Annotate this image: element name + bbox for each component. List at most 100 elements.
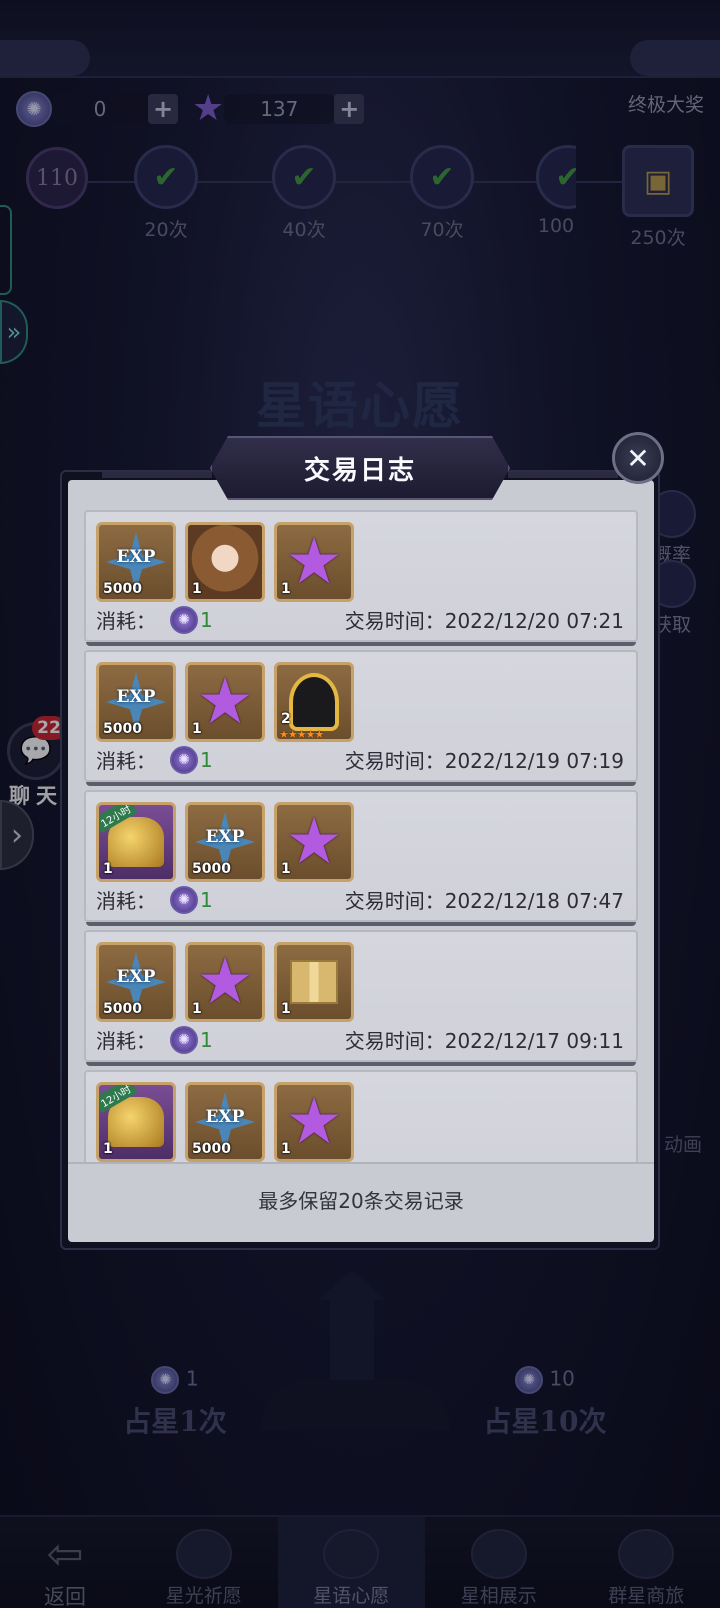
milestone-node[interactable]: ✔ 40次 xyxy=(268,145,340,242)
top-banner xyxy=(0,0,720,78)
item-quantity: 5000 xyxy=(103,581,142,597)
cost-value: 1 xyxy=(200,747,213,772)
scales-icon xyxy=(618,1529,675,1579)
check-icon: ✔ xyxy=(134,145,198,209)
trade-time-value: 2022/12/19 07:19 xyxy=(444,749,624,773)
reward-item-gold[interactable]: 12小时 1 xyxy=(96,1082,176,1162)
orb-currency-icon: ✺ xyxy=(170,1025,198,1054)
milestone-node[interactable]: ✔ 100 xyxy=(536,145,576,237)
chat-button[interactable]: 💬 22 聊天 xyxy=(4,716,68,810)
item-quantity: 1 xyxy=(192,1001,202,1017)
reward-items: EXP 5000 ★ 1 2 ★★★★★ xyxy=(96,662,354,742)
dialog-title: 交易日志 xyxy=(303,455,416,486)
reward-item-exp[interactable]: EXP 5000 xyxy=(185,1082,265,1162)
animation-toggle-label[interactable]: 动画 xyxy=(664,1130,702,1157)
milestone-node[interactable]: ✔ 70次 xyxy=(406,145,478,242)
reward-item-star[interactable]: ★ 1 xyxy=(185,942,265,1022)
exp-label: EXP xyxy=(205,827,245,847)
reward-item-exp[interactable]: EXP 5000 xyxy=(96,942,176,1022)
item-quantity: 1 xyxy=(281,1141,291,1157)
cost-row: 消耗： ✺ 1 xyxy=(96,885,213,914)
dialog-body: EXP 5000 1 ★ 1 消耗： ✺ 1 交易时间：2022/12/20 07:21 EXP 5… xyxy=(68,480,654,1242)
reward-item-exp[interactable]: EXP 5000 xyxy=(185,802,265,882)
nav-star-merchant[interactable]: 群星商旅 xyxy=(573,1517,720,1608)
reward-item-exp[interactable]: EXP 5000 xyxy=(96,662,176,742)
page-title: 星语心愿 xyxy=(256,376,464,435)
bottom-nav: ⇦ 返回 星光祈愿 星语心愿 星相展示 群星商旅 xyxy=(0,1515,720,1608)
trade-log-entry: 12小时1EXP5000★1消耗：✺1 xyxy=(84,1070,638,1162)
exp-label: EXP xyxy=(116,547,156,567)
trade-log-entry: EXP 5000 ★ 1 1 消耗： ✺ 1 交易时间：2022/12/17 09:11 xyxy=(84,930,638,1066)
chevron-right-icon[interactable]: › xyxy=(0,800,34,870)
purple-star-shape: ★ xyxy=(196,945,254,1019)
trade-time-value: 2022/12/20 07:21 xyxy=(444,609,624,633)
reward-item-star[interactable]: ★ 1 xyxy=(274,802,354,882)
dialog-header: 交易日志 xyxy=(210,436,510,500)
cost-label: 消耗： xyxy=(96,749,156,773)
milestone-final[interactable]: ▣ 250次 xyxy=(618,145,698,250)
trade-time-label: 交易时间： xyxy=(344,609,445,633)
reward-item-gift[interactable]: 1 xyxy=(274,942,354,1022)
cost-label: 消耗： xyxy=(96,889,156,913)
cost-value: 1 xyxy=(200,1027,213,1052)
purple-star-shape: ★ xyxy=(285,1085,343,1159)
cost-label: 消耗： xyxy=(96,1029,156,1053)
trade-log-list[interactable]: EXP 5000 1 ★ 1 消耗： ✺ 1 交易时间：2022/12/20 07:21 EXP 5… xyxy=(84,510,638,1162)
tower-illustration xyxy=(260,1270,450,1430)
check-icon: ✔ xyxy=(272,145,336,209)
milestone-node[interactable]: ✔ 20次 xyxy=(130,145,202,242)
orb-currency-icon: ✺ xyxy=(170,605,198,634)
item-quantity: 5000 xyxy=(103,1001,142,1017)
back-label: 返回 xyxy=(44,1585,86,1608)
cost-row: 消耗： ✺ 1 xyxy=(96,605,213,634)
trade-time: 交易时间：2022/12/17 09:11 xyxy=(345,1025,624,1054)
milestone-final-label: 250次 xyxy=(630,227,686,249)
draw-ten-button[interactable]: ✺ 10 占星10次 xyxy=(440,1366,650,1440)
cloud-decoration xyxy=(630,40,720,76)
close-button[interactable]: ✕ xyxy=(612,432,664,484)
trade-log-entry: EXP 5000 1 ★ 1 消耗： ✺ 1 交易时间：2022/12/20 07:21 xyxy=(84,510,638,646)
purple-star-shape: ★ xyxy=(196,665,254,739)
reward-item-star[interactable]: ★ 1 xyxy=(274,522,354,602)
reward-item-gold[interactable]: 12小时 1 xyxy=(96,802,176,882)
reward-item-hero[interactable]: 1 xyxy=(185,522,265,602)
reward-items: 12小时 1 EXP 5000 ★ 1 xyxy=(96,802,354,882)
nav-star-whisper[interactable]: 星语心愿 xyxy=(277,1517,425,1608)
reward-item-exp[interactable]: EXP 5000 xyxy=(96,522,176,602)
reward-item-star[interactable]: ★ 1 xyxy=(274,1082,354,1162)
back-button[interactable]: ⇦ 返回 xyxy=(0,1517,130,1608)
add-star-button[interactable]: + xyxy=(334,94,365,124)
item-quantity: 1 xyxy=(281,581,291,597)
exp-label: EXP xyxy=(116,687,156,707)
ultimate-prize-label[interactable]: 终极大奖 xyxy=(628,90,704,117)
reward-item-star[interactable]: ★ 1 xyxy=(185,662,265,742)
exp-label: EXP xyxy=(116,967,156,987)
reward-items: EXP 5000 1 ★ 1 xyxy=(96,522,354,602)
draw-once-button[interactable]: ✺ 1 占星1次 xyxy=(70,1366,280,1440)
check-icon: ✔ xyxy=(410,145,474,209)
cost-value: 1 xyxy=(200,607,213,632)
header-decoration xyxy=(102,472,212,478)
gift-box xyxy=(290,960,338,1004)
expand-panel-button[interactable]: » xyxy=(0,300,28,364)
dialog-footer: 最多保留20条交易记录 xyxy=(68,1162,654,1234)
reward-item-hooded[interactable]: 2 ★★★★★ xyxy=(274,662,354,742)
item-quantity: 1 xyxy=(192,721,202,737)
trade-log-entry: EXP 5000 ★ 1 2 ★★★★★ 消耗： ✺ 1 交易时间：2022/12/19 07:1… xyxy=(84,650,638,786)
nav-star-display[interactable]: 星相展示 xyxy=(425,1517,573,1608)
orb-currency-value: 0 xyxy=(52,94,148,124)
add-orb-button[interactable]: + xyxy=(148,94,178,124)
item-quantity: 1 xyxy=(103,1141,113,1157)
trade-time-label: 交易时间： xyxy=(344,1029,445,1053)
side-panel-edge xyxy=(0,205,12,295)
trade-time-value: 2022/12/18 07:47 xyxy=(444,889,624,913)
milestone-track: 110 ✔ 20次 ✔ 40次 ✔ 70次 ✔ 100 ▣ 250次 xyxy=(0,145,720,265)
nav-label: 星光祈愿 xyxy=(165,1585,242,1607)
nav-starlight-wish[interactable]: 星光祈愿 xyxy=(130,1517,278,1608)
milestone-label: 100 xyxy=(537,215,575,237)
cost-value: 1 xyxy=(200,887,213,912)
orb-currency-icon: ✺ xyxy=(515,1366,544,1394)
trade-time-label: 交易时间： xyxy=(344,889,445,913)
back-arrow-icon: ⇦ xyxy=(46,1529,84,1580)
header-decoration xyxy=(508,472,618,478)
